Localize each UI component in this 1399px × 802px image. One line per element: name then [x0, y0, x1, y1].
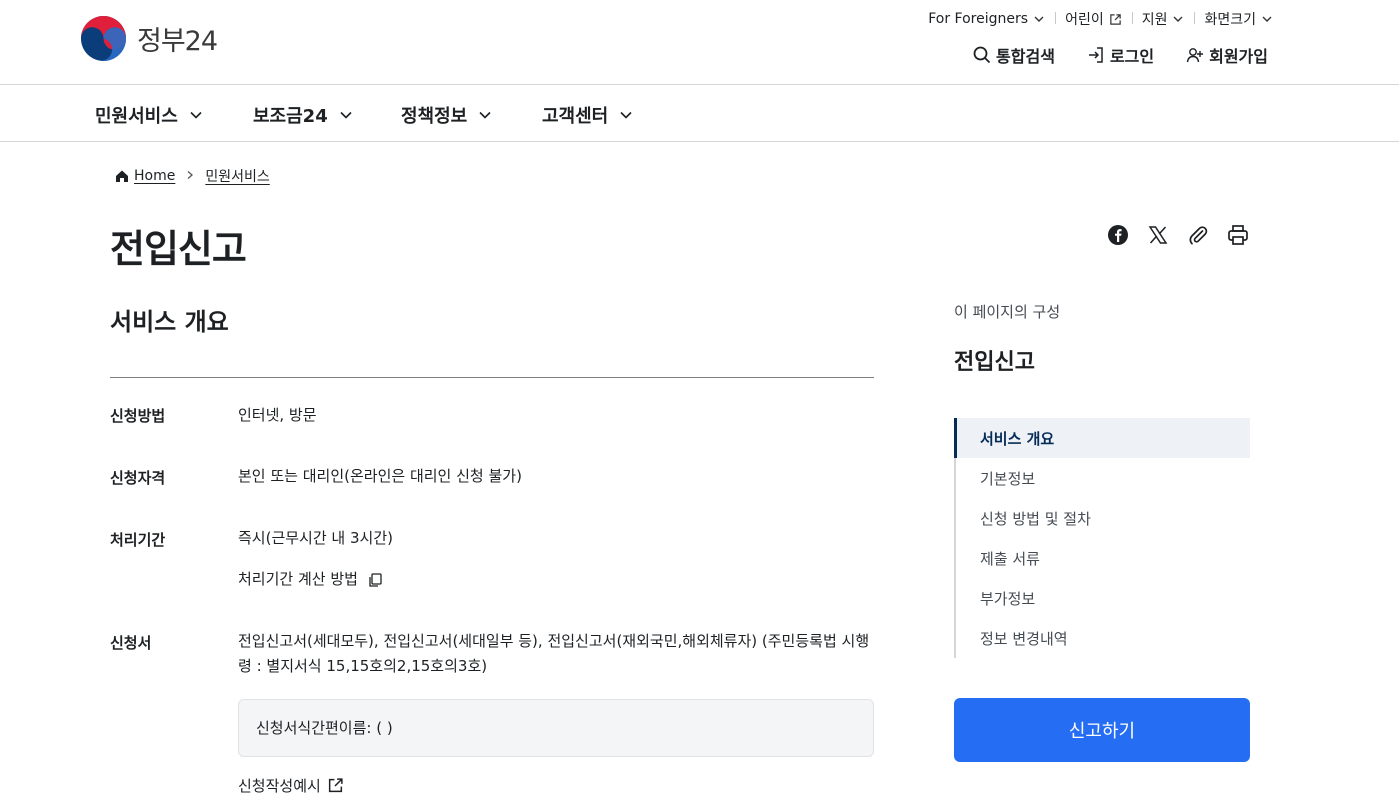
- toc-title: 전입신고: [954, 350, 1035, 375]
- signup-button[interactable]: 회원가입: [1186, 43, 1268, 67]
- util-kids[interactable]: 어린이: [1055, 9, 1132, 29]
- method-label: 신청방법: [110, 407, 166, 425]
- search-button[interactable]: 통합검색: [973, 43, 1055, 67]
- toc-item-label: 서비스 개요: [980, 429, 1055, 448]
- nav-customer-center[interactable]: 고객센터: [542, 102, 634, 128]
- period-calc-link[interactable]: 처리기간 계산 방법: [238, 567, 383, 592]
- toc-caption: 이 페이지의 구성: [954, 303, 1061, 321]
- chevron-down-icon: [1034, 16, 1044, 22]
- external-link-icon: [328, 778, 343, 793]
- external-link-icon: [1109, 13, 1121, 25]
- search-icon: [973, 46, 991, 64]
- toc-item-label: 부가정보: [980, 589, 1036, 608]
- login-button[interactable]: 로그인: [1087, 43, 1154, 67]
- method-value: 인터넷, 방문: [238, 406, 317, 424]
- nav-policy-info[interactable]: 정책정보: [401, 102, 493, 128]
- period-label: 처리기간: [110, 531, 166, 549]
- util-label: 화면크기: [1204, 12, 1256, 28]
- nav-civil-services[interactable]: 민원서비스: [95, 102, 204, 128]
- toc-item-overview[interactable]: 서비스 개요: [954, 418, 1250, 458]
- logo-text: 정부24: [137, 25, 218, 57]
- util-label: 어린이: [1065, 12, 1104, 28]
- period-value: 즉시(근무시간 내 3시간): [238, 529, 393, 547]
- qualification-label: 신청자격: [110, 469, 166, 487]
- signup-label: 회원가입: [1209, 47, 1268, 66]
- breadcrumb: Home 민원서비스: [115, 166, 270, 186]
- share-tools: [1106, 223, 1250, 247]
- toc-item-basic-info[interactable]: 기본정보: [956, 458, 1250, 498]
- nav-label: 민원서비스: [95, 106, 178, 127]
- search-label: 통합검색: [996, 47, 1055, 66]
- toc-item-additional[interactable]: 부가정보: [956, 578, 1250, 618]
- nav-label: 정책정보: [401, 106, 468, 127]
- section-heading: 서비스 개요: [110, 308, 229, 336]
- chevron-down-icon: [340, 111, 352, 119]
- form-label: 신청서: [110, 634, 152, 652]
- nav-label: 보조금24: [253, 106, 328, 127]
- login-icon: [1088, 47, 1103, 63]
- login-label: 로그인: [1109, 47, 1155, 66]
- period-calc-label: 처리기간 계산 방법: [238, 570, 358, 588]
- breadcrumb-home-link[interactable]: Home: [134, 168, 175, 184]
- top-header: 정부24 For Foreigners 어린이 지원 화면크기 통합검색 로그인: [0, 0, 1399, 85]
- toc-item-documents[interactable]: 제출 서류: [956, 538, 1250, 578]
- copy-icon: [367, 572, 383, 588]
- toc-item-label: 제출 서류: [980, 549, 1040, 568]
- government-emblem-icon: [80, 15, 127, 61]
- facebook-icon[interactable]: [1106, 223, 1130, 247]
- toc-list: 서비스 개요 기본정보 신청 방법 및 절차 제출 서류 부가정보 정보 변경내…: [954, 418, 1250, 658]
- form-example-label: 신청작성예시: [238, 777, 321, 795]
- util-for-foreigners[interactable]: For Foreigners: [918, 11, 1055, 27]
- nav-subsidy24[interactable]: 보조금24: [253, 102, 354, 128]
- chevron-down-icon: [479, 111, 491, 119]
- x-icon[interactable]: [1146, 223, 1170, 247]
- nav-label: 고객센터: [542, 106, 609, 127]
- utility-menu: For Foreigners 어린이 지원 화면크기: [918, 9, 1273, 29]
- paperclip-icon[interactable]: [1186, 223, 1210, 247]
- chevron-down-icon: [1262, 16, 1272, 22]
- main-navigation: 민원서비스 보조금24 정책정보 고객센터: [0, 86, 1399, 142]
- qualification-value: 본인 또는 대리인(온라인은 대리인 신청 불가): [238, 467, 522, 485]
- report-button[interactable]: 신고하기: [954, 698, 1250, 762]
- util-support[interactable]: 지원: [1131, 9, 1195, 29]
- util-label: For Foreigners: [928, 11, 1029, 27]
- toc-item-label: 정보 변경내역: [980, 629, 1068, 648]
- home-icon: [116, 170, 128, 182]
- section-divider: [110, 377, 874, 378]
- toc-item-label: 기본정보: [980, 469, 1036, 488]
- toc-item-history[interactable]: 정보 변경내역: [956, 618, 1250, 658]
- logo[interactable]: 정부24: [80, 15, 218, 61]
- print-icon[interactable]: [1226, 223, 1250, 247]
- toc-item-procedure[interactable]: 신청 방법 및 절차: [956, 498, 1250, 538]
- header-actions: 통합검색 로그인 회원가입: [941, 43, 1268, 67]
- form-example-link[interactable]: 신청작성예시: [238, 775, 344, 796]
- chevron-down-icon: [620, 111, 632, 119]
- page-title: 전입신고: [110, 227, 247, 271]
- form-short-name: 신청서식간편이름: ( ): [256, 719, 393, 737]
- user-add-icon: [1186, 48, 1204, 63]
- form-value: 전입신고서(세대모두), 전입신고서(세대일부 등), 전입신고서(재외국민,해…: [238, 632, 870, 675]
- chevron-right-icon: [185, 168, 195, 184]
- chevron-down-icon: [190, 111, 202, 119]
- breadcrumb-current-link[interactable]: 민원서비스: [205, 166, 269, 186]
- form-short-name-box: 신청서식간편이름: ( ): [238, 699, 874, 757]
- toc-item-label: 신청 방법 및 절차: [980, 509, 1091, 528]
- util-screen-size[interactable]: 화면크기: [1194, 9, 1273, 29]
- util-label: 지원: [1141, 12, 1168, 28]
- chevron-down-icon: [1173, 16, 1183, 22]
